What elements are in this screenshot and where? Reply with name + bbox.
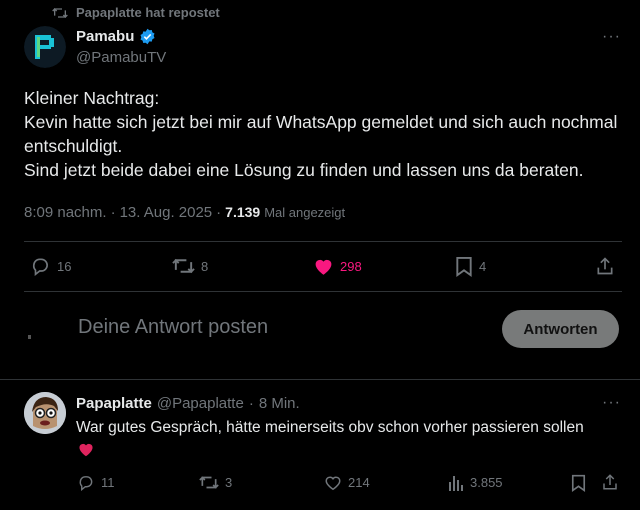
retweet-icon bbox=[199, 474, 219, 491]
tweet-date[interactable]: 13. Aug. 2025 bbox=[120, 204, 213, 221]
reply-count: 16 bbox=[57, 258, 72, 274]
reply-age[interactable]: 8 Min. bbox=[259, 395, 300, 412]
section-divider bbox=[0, 379, 640, 380]
reply-button[interactable]: Antworten bbox=[502, 310, 619, 348]
reply-repost-action[interactable]: 3 bbox=[199, 474, 232, 491]
share-icon[interactable] bbox=[595, 256, 615, 276]
reply-views-action[interactable]: 3.855 bbox=[448, 474, 503, 491]
reply-repost-count: 3 bbox=[225, 475, 233, 490]
heart-filled-icon bbox=[313, 256, 334, 276]
reply-like-action[interactable]: 214 bbox=[324, 474, 370, 491]
reply-share-icon[interactable] bbox=[601, 473, 619, 491]
avatar[interactable] bbox=[24, 26, 66, 68]
author-handle[interactable]: @PamabuTV bbox=[76, 49, 166, 66]
reply-reply-action[interactable]: 11 bbox=[77, 474, 115, 491]
bookmark-count: 4 bbox=[479, 259, 487, 274]
divider bbox=[24, 241, 622, 242]
bookmark-icon bbox=[455, 256, 473, 277]
tweet-meta: 8:09 nachm. · 13. Aug. 2025 · 7.139 Mal … bbox=[24, 204, 346, 221]
like-action[interactable]: 298 bbox=[313, 256, 362, 276]
repost-count: 8 bbox=[201, 258, 209, 274]
composer-avatar bbox=[28, 335, 31, 339]
retweet-icon bbox=[172, 256, 195, 276]
reply-view-count: 3.855 bbox=[470, 475, 503, 490]
reply-author-name[interactable]: Papaplatte bbox=[76, 395, 152, 412]
reply-reply-count: 11 bbox=[101, 475, 115, 490]
bookmark-action[interactable]: 4 bbox=[455, 256, 486, 277]
repost-label: Papaplatte hat repostet bbox=[76, 5, 220, 20]
author-name[interactable]: Pamabu bbox=[76, 28, 134, 45]
tweet-text: Kleiner Nachtrag: Kevin hatte sich jetzt… bbox=[24, 88, 618, 180]
reply-input[interactable]: Deine Antwort posten bbox=[78, 316, 268, 339]
more-options-icon[interactable]: ··· bbox=[602, 28, 621, 46]
heart-icon bbox=[324, 474, 342, 491]
view-label: Mal angezeigt bbox=[264, 205, 346, 220]
author-name-row[interactable]: Pamabu bbox=[76, 28, 156, 45]
reply-author-handle[interactable]: @Papaplatte bbox=[157, 395, 244, 412]
repost-indicator[interactable]: Papaplatte hat repostet bbox=[52, 5, 220, 20]
reply-icon bbox=[30, 256, 51, 276]
view-count: 7.139 bbox=[225, 204, 261, 220]
analytics-icon bbox=[448, 474, 464, 491]
reply-text: War gutes Gespräch, hätte meinerseits ob… bbox=[76, 419, 584, 436]
verified-icon bbox=[139, 28, 156, 45]
reply-header: Papaplatte @Papaplatte · 8 Min. bbox=[76, 395, 300, 412]
reply-action[interactable]: 16 bbox=[30, 256, 71, 276]
like-count: 298 bbox=[340, 258, 362, 274]
tweet-time[interactable]: 8:09 nachm. bbox=[24, 204, 107, 221]
heart-emoji-icon bbox=[77, 441, 95, 457]
reply-bookmark-icon[interactable] bbox=[571, 474, 586, 492]
reply-like-count: 214 bbox=[348, 475, 370, 490]
reply-more-options-icon[interactable]: ··· bbox=[602, 394, 621, 412]
repost-icon bbox=[52, 6, 68, 20]
reply-avatar[interactable] bbox=[24, 392, 66, 434]
repost-action[interactable]: 8 bbox=[172, 256, 208, 276]
divider bbox=[24, 291, 622, 292]
reply-icon bbox=[77, 474, 95, 491]
